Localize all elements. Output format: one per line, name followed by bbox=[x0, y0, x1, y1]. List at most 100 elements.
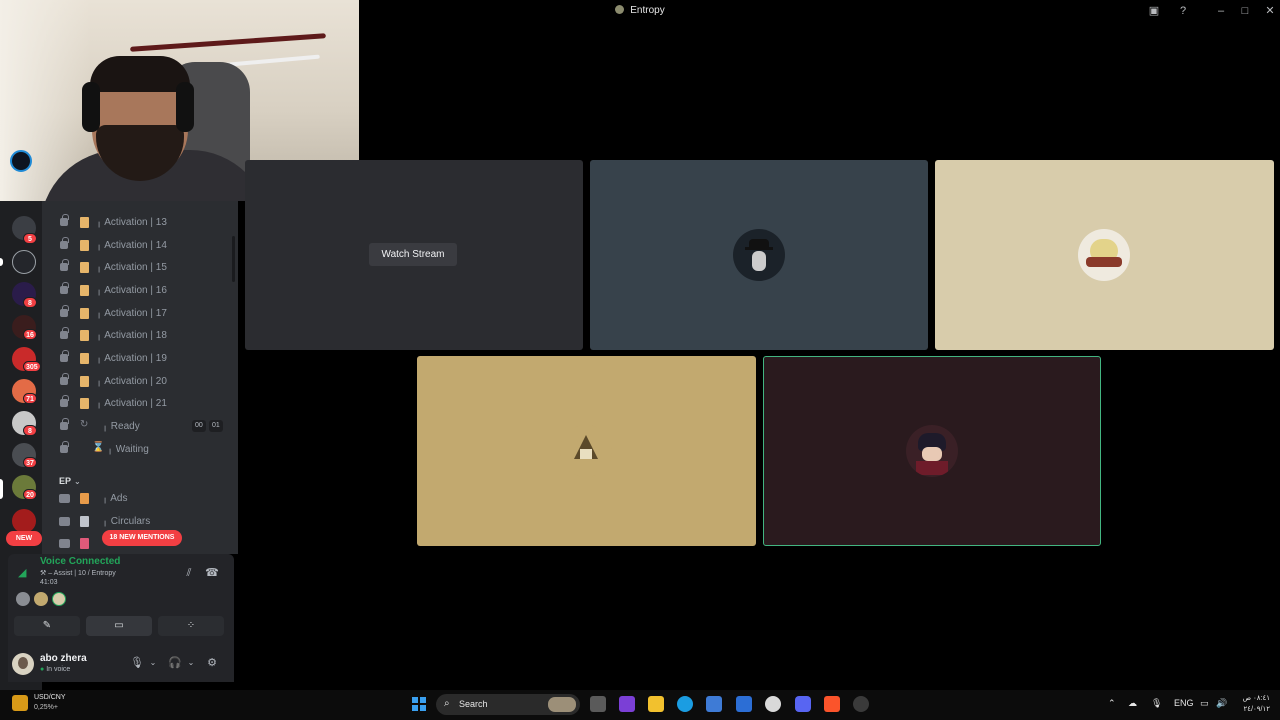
onedrive-icon[interactable]: ☁ bbox=[1128, 698, 1137, 709]
new-servers-pill[interactable]: NEW bbox=[6, 531, 42, 546]
microphone-icon[interactable]: 🎙 bbox=[130, 656, 144, 670]
settings-icon[interactable] bbox=[765, 696, 781, 712]
avatar[interactable] bbox=[12, 653, 34, 675]
scroll-icon bbox=[80, 262, 89, 273]
user-count: 00 bbox=[192, 420, 206, 432]
tray-chevron-up-icon[interactable]: ⌃ bbox=[1108, 698, 1116, 709]
participant-avatar[interactable] bbox=[52, 592, 66, 606]
chatgpt-icon[interactable] bbox=[853, 696, 869, 712]
screen-share-button[interactable]: ▭ bbox=[86, 616, 152, 636]
channel-item-waiting[interactable]: ⌛ ╷ Waiting bbox=[42, 440, 238, 460]
search-icon: ⌕ bbox=[444, 698, 450, 709]
file-explorer-icon[interactable] bbox=[648, 696, 664, 712]
language-indicator[interactable]: ENG bbox=[1174, 698, 1194, 708]
lock-icon bbox=[60, 441, 69, 453]
channel-item[interactable]: ╷ Activation | 20 bbox=[42, 372, 238, 392]
voice-location[interactable]: ⚒ – Assist | 10 / Entropy bbox=[40, 569, 116, 577]
participant-tile[interactable] bbox=[590, 160, 928, 350]
chevron-down-icon: ⌄ bbox=[74, 477, 81, 486]
video-channel-icon bbox=[59, 517, 70, 526]
server-icon[interactable] bbox=[12, 250, 36, 274]
disconnect-icon[interactable]: ☎ bbox=[205, 566, 219, 580]
headphones-icon[interactable]: 🎧 bbox=[168, 656, 182, 670]
selected-pill bbox=[0, 479, 3, 499]
channel-item[interactable]: ╷ Activation | 21 bbox=[42, 394, 238, 414]
close-button[interactable]: ✕ bbox=[1262, 3, 1278, 19]
lock-icon bbox=[60, 305, 69, 317]
participant-tile[interactable] bbox=[935, 160, 1274, 350]
channel-item[interactable]: ╷ Activation | 17 bbox=[42, 304, 238, 324]
category-header[interactable]: EP ⌄ bbox=[59, 476, 81, 486]
maximize-button[interactable]: □ bbox=[1237, 3, 1253, 19]
clock[interactable]: ٠٨:٤١ ص ٢٤/٠٩/١٢ bbox=[1243, 693, 1270, 715]
channel-item[interactable]: ╷ Activation | 19 bbox=[42, 349, 238, 369]
channel-item-ready[interactable]: ↻ ╷ Ready 00 01 bbox=[42, 417, 238, 437]
lock-icon bbox=[60, 350, 69, 362]
lock-icon bbox=[60, 259, 69, 271]
windows-start-icon[interactable] bbox=[412, 697, 426, 711]
channel-scrollbar[interactable] bbox=[232, 236, 235, 282]
voice-status[interactable]: Voice Connected bbox=[40, 556, 120, 567]
channel-item-ads[interactable]: ╷ Ads bbox=[42, 489, 238, 509]
channel-item[interactable]: ╷ Activation | 15 bbox=[42, 258, 238, 278]
channel-item[interactable]: ╷ Activation | 14 bbox=[42, 236, 238, 256]
headset-icon bbox=[82, 82, 100, 132]
mention-badge: 5 bbox=[23, 233, 37, 244]
user-limit: 01 bbox=[209, 420, 223, 432]
lock-icon bbox=[60, 214, 69, 226]
mail-icon[interactable] bbox=[736, 696, 752, 712]
channel-item-circulars[interactable]: ╷ Circulars bbox=[42, 512, 238, 532]
participant-tile[interactable] bbox=[417, 356, 756, 546]
activities-button[interactable]: ⁘ bbox=[158, 616, 224, 636]
task-view-icon[interactable] bbox=[590, 696, 606, 712]
scroll-icon bbox=[80, 308, 89, 319]
new-mentions-pill[interactable]: 18 NEW MENTIONS bbox=[102, 530, 182, 546]
ticker-symbol[interactable]: USD/CNY bbox=[34, 694, 66, 701]
help-icon[interactable]: ? bbox=[1175, 3, 1191, 19]
brave-browser-icon[interactable] bbox=[824, 696, 840, 712]
stock-widget-icon[interactable] bbox=[12, 695, 28, 711]
discord-icon[interactable] bbox=[795, 696, 811, 712]
channel-item[interactable]: ╷ Activation | 18 bbox=[42, 326, 238, 346]
channel-item[interactable]: ╷ Activation | 16 bbox=[42, 281, 238, 301]
scroll-icon bbox=[80, 217, 89, 228]
signal-icon[interactable]: ◢ bbox=[18, 566, 32, 580]
video-channel-icon bbox=[59, 494, 70, 503]
participant-avatar[interactable] bbox=[34, 592, 48, 606]
voice-elapsed: 41:03 bbox=[40, 579, 58, 586]
mention-badge: 305 bbox=[23, 361, 41, 372]
unread-pill bbox=[0, 258, 3, 266]
store-icon[interactable] bbox=[706, 696, 722, 712]
user-status: ● In voice bbox=[40, 666, 71, 673]
scroll-icon bbox=[80, 398, 89, 409]
mention-badge: 8 bbox=[23, 297, 37, 308]
edge-browser-icon[interactable] bbox=[677, 696, 693, 712]
username[interactable]: abo zhera bbox=[40, 653, 87, 664]
scroll-icon bbox=[80, 376, 89, 387]
volume-icon[interactable]: 🔊 bbox=[1216, 698, 1227, 709]
camera-off-button[interactable]: ✎ bbox=[14, 616, 80, 636]
mention-badge: 71 bbox=[23, 393, 37, 404]
noise-suppression-icon[interactable]: ⫽ bbox=[182, 566, 196, 580]
ring-light-icon bbox=[10, 150, 32, 172]
microphone-tray-icon[interactable]: 🎙 bbox=[1151, 698, 1162, 709]
settings-gear-icon[interactable]: ⚙ bbox=[205, 656, 219, 670]
participant-avatar[interactable] bbox=[16, 592, 30, 606]
chevron-down-icon[interactable]: ⌄ bbox=[184, 656, 198, 670]
lock-icon bbox=[60, 395, 69, 407]
participant-tile-speaking[interactable] bbox=[763, 356, 1101, 546]
app-icon[interactable] bbox=[619, 696, 635, 712]
document-icon bbox=[80, 516, 89, 527]
search-highlight-image bbox=[548, 697, 576, 712]
server-icon[interactable] bbox=[12, 509, 36, 533]
channel-item[interactable]: ╷ Activation | 13 bbox=[42, 213, 238, 233]
participant-avatar bbox=[1078, 229, 1130, 281]
minimize-button[interactable]: – bbox=[1213, 3, 1229, 19]
taskbar-search[interactable]: ⌕ Search bbox=[436, 694, 580, 715]
chevron-down-icon[interactable]: ⌄ bbox=[146, 656, 160, 670]
inbox-icon[interactable]: ▣ bbox=[1146, 3, 1162, 19]
network-icon[interactable]: ▭ bbox=[1200, 698, 1209, 709]
participant-avatar bbox=[560, 425, 612, 477]
watch-stream-button[interactable]: Watch Stream bbox=[369, 243, 457, 266]
hourglass-icon: ⌛ bbox=[92, 442, 105, 453]
